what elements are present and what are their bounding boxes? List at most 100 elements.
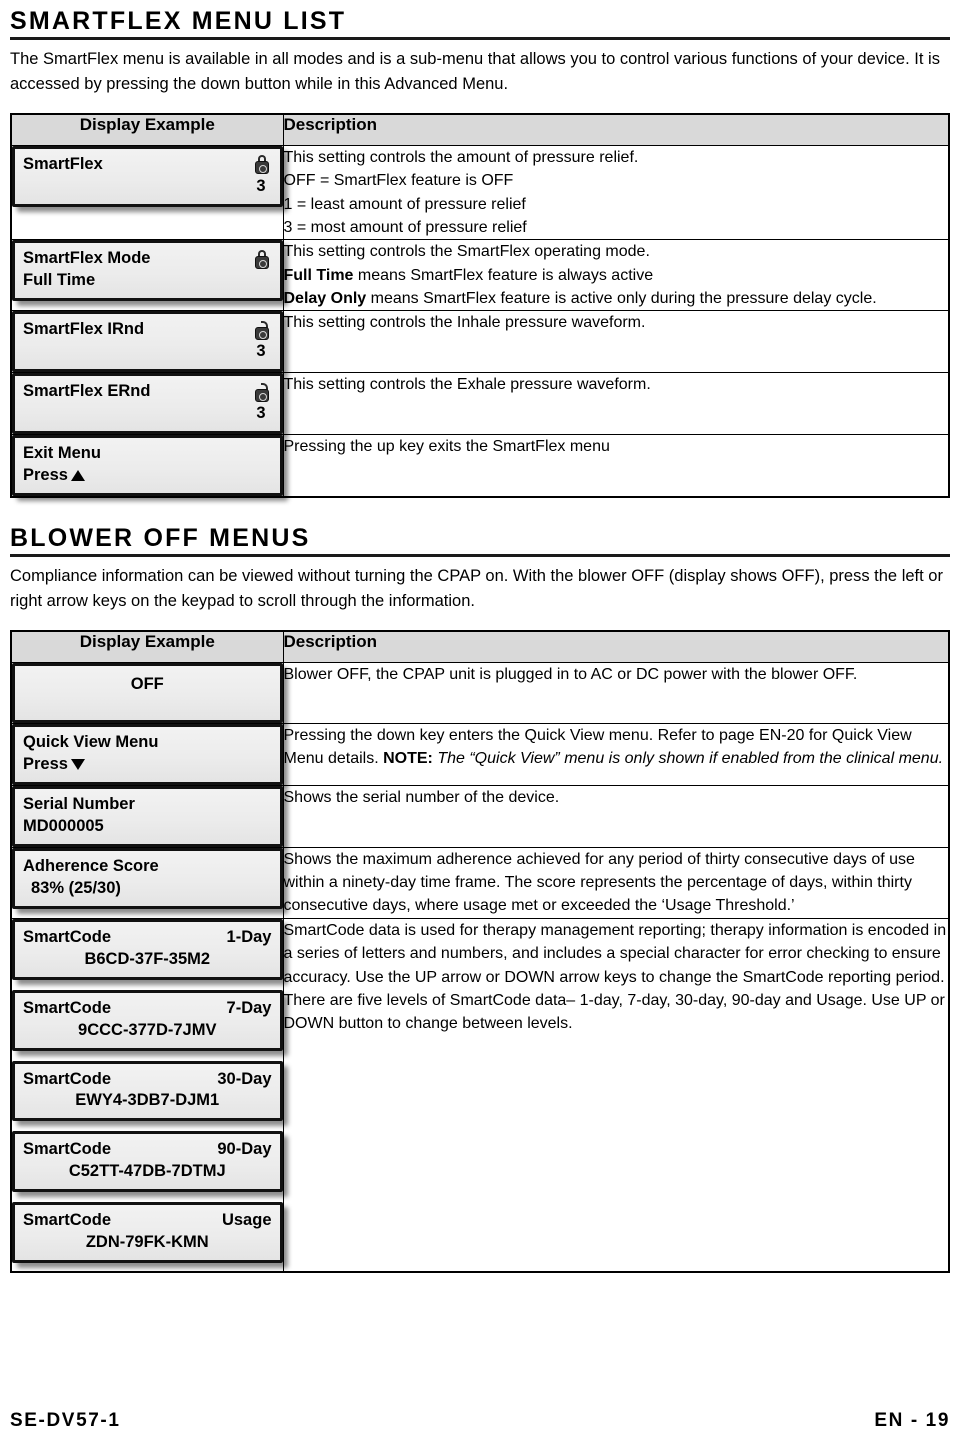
display-example-cell: SmartFlex Mode Full Time <box>10 239 284 312</box>
description-line: Shows the serial number of the device. <box>283 788 560 806</box>
note-label: NOTE: <box>383 750 433 768</box>
display-example-cell: OFF <box>10 661 284 724</box>
description-line: Pressing the down key enters the Quick V… <box>284 724 949 771</box>
smartflex-section-heading: SMARTFLEX MENU LIST <box>10 7 347 35</box>
lcd-value: 3 <box>256 176 266 195</box>
heading-rule <box>10 37 950 41</box>
lock-open-icon <box>254 320 270 340</box>
smartflex-intro-text: The SmartFlex menu is available in all m… <box>10 50 940 94</box>
table-row: Exit Menu Press Pressing the up key exit… <box>10 434 950 498</box>
description-line: Full Time means SmartFlex feature is alw… <box>284 264 949 287</box>
table-row: Adherence Score 83% (25/30) Shows the ma… <box>10 846 950 919</box>
lcd-display-smartflex-ernd[interactable]: SmartFlex ERnd 3 <box>12 373 283 435</box>
lcd-display-quick-view-menu[interactable]: Quick View Menu Press <box>12 723 283 785</box>
lcd-period: 1-Day <box>226 927 272 946</box>
table-row: SmartFlex Mode Full Time This setting co… <box>10 239 950 312</box>
lcd-label: SmartCode <box>23 1140 112 1159</box>
lcd-label: SmartFlex IRnd <box>23 320 145 339</box>
term-full-time: Full Time <box>283 266 354 284</box>
lcd-value-row: Press <box>23 465 272 487</box>
description-cell: This setting controls the Inhale pressur… <box>282 310 950 374</box>
description-line: Pressing the up key exits the SmartFlex … <box>283 438 610 456</box>
smartflex-table: Display Example Description SmartFlex 3 <box>10 113 950 499</box>
lcd-display-smartcode-30day[interactable]: SmartCode 30-Day EWY4-3DB7-DJM1 <box>12 1060 283 1122</box>
blower-off-table: Display Example Description OFF Blower O… <box>10 630 950 1274</box>
lcd-display-adherence-score[interactable]: Adherence Score 83% (25/30) <box>12 847 283 909</box>
lock-closed-icon <box>254 155 270 175</box>
lcd-value: 3 <box>256 404 266 423</box>
display-example-cell: SmartFlex 3 <box>10 144 284 241</box>
lock-closed-icon <box>254 249 270 269</box>
lcd-display-smartflex-mode[interactable]: SmartFlex Mode Full Time <box>12 240 283 302</box>
lcd-value: Press <box>23 466 68 485</box>
table-row: OFF Blower OFF, the CPAP unit is plugged… <box>10 661 950 724</box>
display-example-cell: SmartFlex IRnd 3 <box>10 310 284 374</box>
table-row: SmartFlex ERnd 3 This setting controls t… <box>10 372 950 436</box>
description-line: This setting controls the Inhale pressur… <box>283 314 646 332</box>
lcd-label: SmartCode <box>23 927 112 946</box>
display-example-cell: Exit Menu Press <box>10 434 284 498</box>
lcd-display-off[interactable]: OFF <box>12 662 283 723</box>
column-header-description: Description <box>282 113 950 146</box>
description-cell: Blower OFF, the CPAP unit is plugged in … <box>282 661 950 724</box>
lcd-label: Quick View Menu <box>23 732 159 751</box>
description-line: OFF = SmartFlex feature is OFF <box>283 172 514 190</box>
lcd-value: MD000005 <box>23 816 104 835</box>
lcd-code-value: EWY4-3DB7-DJM1 <box>75 1091 220 1110</box>
lcd-label: SmartCode <box>23 1069 112 1088</box>
note-italic-text: The “Quick View” menu is only shown if e… <box>432 750 944 768</box>
lcd-code-value: ZDN-79FK-KMN <box>85 1233 209 1252</box>
display-example-cell-smartcode: SmartCode 1-Day B6CD-37F-35M2 SmartCode … <box>10 917 284 1273</box>
lcd-period: Usage <box>221 1211 272 1230</box>
description-line: This setting controls the amount of pres… <box>283 148 639 166</box>
description-line: Delay Only means SmartFlex feature is ac… <box>284 287 949 310</box>
lcd-label: SmartCode <box>23 1211 112 1230</box>
footer-document-code: SE-DV57-1 <box>10 1410 121 1431</box>
lcd-value: Full Time <box>23 271 96 290</box>
page-footer: SE-DV57-1 EN - 19 <box>10 1410 950 1432</box>
lcd-label: SmartFlex ERnd <box>23 382 151 401</box>
description-cell: This setting controls the SmartFlex oper… <box>282 239 950 312</box>
lcd-display-smartflex-irnd[interactable]: SmartFlex IRnd 3 <box>12 311 283 373</box>
lcd-value: 3 <box>256 342 266 361</box>
lcd-display-smartcode-7day[interactable]: SmartCode 7-Day 9CCC-377D-7JMV <box>12 989 283 1051</box>
arrow-down-icon <box>70 758 85 770</box>
column-header-display-example: Display Example <box>10 113 284 146</box>
description-cell: This setting controls the amount of pres… <box>282 144 950 241</box>
table-row: Quick View Menu Press Pressing the down … <box>10 722 950 786</box>
description-text: means SmartFlex feature is always active <box>353 266 654 284</box>
lcd-display-smartcode-usage[interactable]: SmartCode Usage ZDN-79FK-KMN <box>12 1202 283 1264</box>
term-delay-only: Delay Only <box>283 290 367 308</box>
display-example-cell: Quick View Menu Press <box>10 722 284 786</box>
lcd-label: Adherence Score <box>23 856 159 875</box>
lcd-display-serial-number[interactable]: Serial Number MD000005 <box>12 785 283 847</box>
lcd-label: SmartFlex <box>23 154 103 173</box>
lcd-display-smartflex[interactable]: SmartFlex 3 <box>12 145 283 207</box>
column-header-description: Description <box>282 630 950 663</box>
arrow-up-icon <box>70 470 85 482</box>
description-cell: SmartCode data is used for therapy manag… <box>282 917 950 1273</box>
table-row: Serial Number MD000005 Shows the serial … <box>10 784 950 848</box>
description-cell: This setting controls the Exhale pressur… <box>282 372 950 436</box>
lcd-period: 7-Day <box>226 998 272 1017</box>
lcd-period: 30-Day <box>217 1069 272 1088</box>
description-text: means SmartFlex feature is active only d… <box>366 290 877 308</box>
lcd-display-exit-menu[interactable]: Exit Menu Press <box>12 435 283 497</box>
lcd-display-smartcode-1day[interactable]: SmartCode 1-Day B6CD-37F-35M2 <box>12 918 283 980</box>
heading-rule <box>10 554 950 558</box>
display-example-cell: Serial Number MD000005 <box>10 784 284 848</box>
footer-page-number: EN - 19 <box>874 1410 950 1431</box>
lcd-label: SmartFlex Mode <box>23 249 151 268</box>
lcd-display-smartcode-90day[interactable]: SmartCode 90-Day C52TT-47DB-7DTMJ <box>12 1131 283 1193</box>
description-line: SmartCode data is used for therapy manag… <box>283 921 947 1033</box>
description-line: 1 = least amount of pressure relief <box>283 195 526 213</box>
description-line: 3 = most amount of pressure relief <box>283 218 527 236</box>
description-cell: Pressing the up key exits the SmartFlex … <box>282 434 950 498</box>
table-row: SmartCode 1-Day B6CD-37F-35M2 SmartCode … <box>10 917 950 1273</box>
lock-open-icon <box>254 382 270 402</box>
lcd-period: 90-Day <box>217 1140 272 1159</box>
table-row: SmartFlex IRnd 3 This setting controls t… <box>10 310 950 374</box>
lcd-value: OFF <box>130 674 164 693</box>
description-cell: Shows the maximum adherence achieved for… <box>282 846 950 919</box>
